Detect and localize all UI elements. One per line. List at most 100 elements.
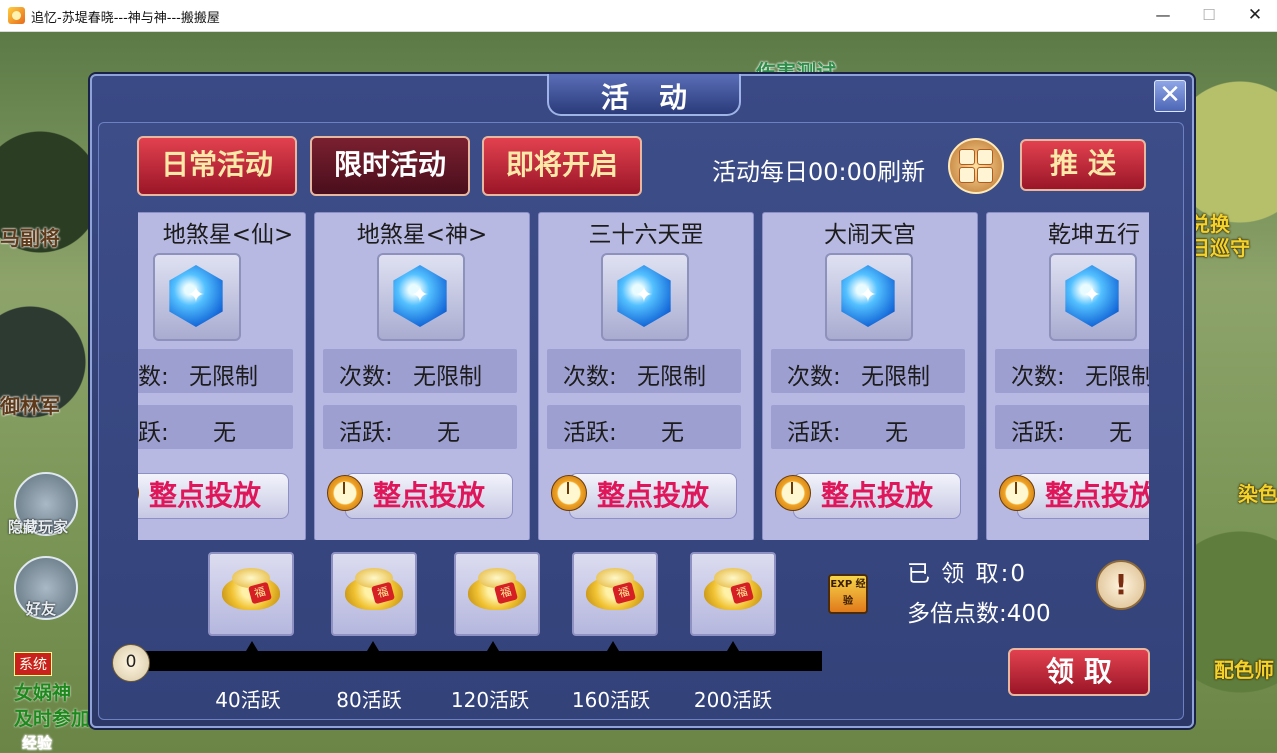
activity-name: 三十六天罡 xyxy=(588,222,704,248)
activity-points-value: 无 xyxy=(661,420,684,446)
tab-upcoming-activities[interactable]: 即将开启 xyxy=(482,136,642,196)
milestone-label: 160活跃 xyxy=(571,688,651,712)
help-button[interactable]: ! xyxy=(1096,560,1146,610)
milestone-label: 120活跃 xyxy=(450,688,530,712)
window-titlebar: 追忆-苏堤春晓---神与神---搬搬屋 — ☐ ✕ xyxy=(0,0,1277,32)
system-tag: 系统 xyxy=(14,652,52,676)
maximize-button[interactable]: ☐ xyxy=(1186,0,1232,31)
activity-card[interactable]: 三十六天罡 ✦ 次数: 无限制 活跃: 无 整点投放 xyxy=(538,212,754,540)
exp-bar-label: 经验 xyxy=(22,734,53,752)
count-row: 次数: 无限制 xyxy=(771,349,965,393)
claimed-count: 已 领 取:0 xyxy=(907,561,1028,587)
count-label: 次数: xyxy=(563,364,617,390)
count-label: 次数: xyxy=(1011,364,1065,390)
activity-card[interactable]: 地煞星<仙> ✦ 次数: 无限制 活跃: 无 整点投放 xyxy=(138,212,306,540)
activity-card[interactable]: 乾坤五行 ✦ 次数: 无限制 活跃: 无 整点投放 xyxy=(986,212,1149,540)
activity-icon-frame: ✦ xyxy=(601,253,689,341)
activity-points-label: 活跃: xyxy=(339,420,393,446)
friends-label: 好友 xyxy=(26,600,57,618)
activity-points-value: 无 xyxy=(885,420,908,446)
tab-daily-activities[interactable]: 日常活动 xyxy=(137,136,297,196)
dialog-close-button[interactable]: ✕ xyxy=(1154,80,1186,112)
hourly-drop-button[interactable]: 整点投放 xyxy=(569,473,737,519)
activity-points-value: 无 xyxy=(213,420,236,446)
reward-box-160[interactable]: 福 xyxy=(572,552,658,636)
hourly-drop-button[interactable]: 整点投放 xyxy=(1017,473,1149,519)
grid-icon-cell xyxy=(959,149,975,165)
count-value: 无限制 xyxy=(413,364,482,390)
activity-points-label: 活跃: xyxy=(138,420,169,446)
exp-boost-icon[interactable]: EXP 经验 xyxy=(828,574,868,614)
count-label: 次数: xyxy=(787,364,841,390)
npc-ma-fu-jiang-label: 马副将 xyxy=(0,226,60,250)
reward-box-200[interactable]: 福 xyxy=(690,552,776,636)
progress-tick xyxy=(607,641,619,651)
progress-value-knob: 0 xyxy=(112,644,150,682)
minimize-button[interactable]: — xyxy=(1140,0,1186,31)
reward-box-80[interactable]: 福 xyxy=(331,552,417,636)
activity-icon-frame: ✦ xyxy=(377,253,465,341)
reward-box-40[interactable]: 福 xyxy=(208,552,294,636)
activity-points-label: 活跃: xyxy=(787,420,841,446)
activity-points-row: 活跃: 无 xyxy=(323,405,517,449)
milestone-label: 40活跃 xyxy=(215,688,281,712)
clock-icon xyxy=(775,475,811,511)
tab-limited-activities[interactable]: 限时活动 xyxy=(310,136,470,196)
refresh-notice: 活动每日00:00刷新 xyxy=(712,158,926,186)
activity-icon-frame: ✦ xyxy=(153,253,241,341)
clock-icon xyxy=(551,475,587,511)
hourly-drop-button[interactable]: 整点投放 xyxy=(138,473,289,519)
window-title: 追忆-苏堤春晓---神与神---搬搬屋 xyxy=(31,11,220,26)
hourly-drop-button[interactable]: 整点投放 xyxy=(345,473,513,519)
count-label: 次数: xyxy=(339,364,393,390)
grid-icon-cell xyxy=(959,167,975,183)
count-value: 无限制 xyxy=(1085,364,1149,390)
dialog-title-bar: 活动 xyxy=(547,74,741,116)
chat-line-join: 及时参加 xyxy=(14,708,91,730)
activity-name: 乾坤五行 xyxy=(1048,222,1140,248)
blue-gem-icon: ✦ xyxy=(1065,265,1119,327)
multiplier-points: 多倍点数:400 xyxy=(907,601,1051,627)
window-close-button[interactable]: ✕ xyxy=(1232,0,1277,31)
reward-box-120[interactable]: 福 xyxy=(454,552,540,636)
hourly-drop-button[interactable]: 整点投放 xyxy=(793,473,961,519)
hide-players-label: 隐藏玩家 xyxy=(8,518,69,536)
clock-icon xyxy=(327,475,363,511)
count-row: 次数: 无限制 xyxy=(995,349,1149,393)
activity-name: 地煞星<神> xyxy=(356,222,488,248)
activity-dialog: 活动 ✕ 日常活动 限时活动 即将开启 活动每日00:00刷新 推送 地煞星<仙… xyxy=(90,74,1194,728)
activity-name: 地煞星<仙> xyxy=(162,222,294,248)
progress-tick xyxy=(487,641,499,651)
grid-menu-button[interactable] xyxy=(948,138,1004,194)
activity-name: 大闹天宫 xyxy=(824,222,916,248)
npc-color-master-label: 配色师 xyxy=(1214,658,1274,682)
npc-dye-label: 染色 xyxy=(1238,482,1277,506)
progress-tick xyxy=(727,641,739,651)
activity-points-row: 活跃: 无 xyxy=(771,405,965,449)
claim-button[interactable]: 领取 xyxy=(1008,648,1150,696)
activity-card[interactable]: 大闹天宫 ✦ 次数: 无限制 活跃: 无 整点投放 xyxy=(762,212,978,540)
count-value: 无限制 xyxy=(189,364,258,390)
blue-gem-icon: ✦ xyxy=(393,265,447,327)
npc-patrol-label: 日巡守 xyxy=(1190,236,1250,260)
activity-points-value: 无 xyxy=(437,420,460,446)
npc-yu-lin-jun-label: 御林军 xyxy=(0,394,60,418)
progress-tick xyxy=(246,641,258,651)
chat-line-nuwa: 女娲神 xyxy=(14,682,72,704)
activity-progress-bar xyxy=(122,651,822,671)
blue-gem-icon: ✦ xyxy=(169,265,223,327)
activity-icon-frame: ✦ xyxy=(825,253,913,341)
activity-points-label: 活跃: xyxy=(1011,420,1065,446)
progress-tick xyxy=(367,641,379,651)
dialog-title: 活动 xyxy=(600,81,717,114)
count-row: 次数: 无限制 xyxy=(547,349,741,393)
activity-points-row: 活跃: 无 xyxy=(547,405,741,449)
clock-icon xyxy=(999,475,1035,511)
activity-card[interactable]: 地煞星<神> ✦ 次数: 无限制 活跃: 无 整点投放 xyxy=(314,212,530,540)
push-button[interactable]: 推送 xyxy=(1020,139,1146,191)
app-icon xyxy=(8,7,25,24)
activity-points-row: 活跃: 无 xyxy=(138,405,293,449)
count-value: 无限制 xyxy=(637,364,706,390)
activity-icon-frame: ✦ xyxy=(1049,253,1137,341)
activity-card-list[interactable]: 地煞星<仙> ✦ 次数: 无限制 活跃: 无 整点投放 地煞星<神> ✦ 次数: xyxy=(138,212,1149,540)
